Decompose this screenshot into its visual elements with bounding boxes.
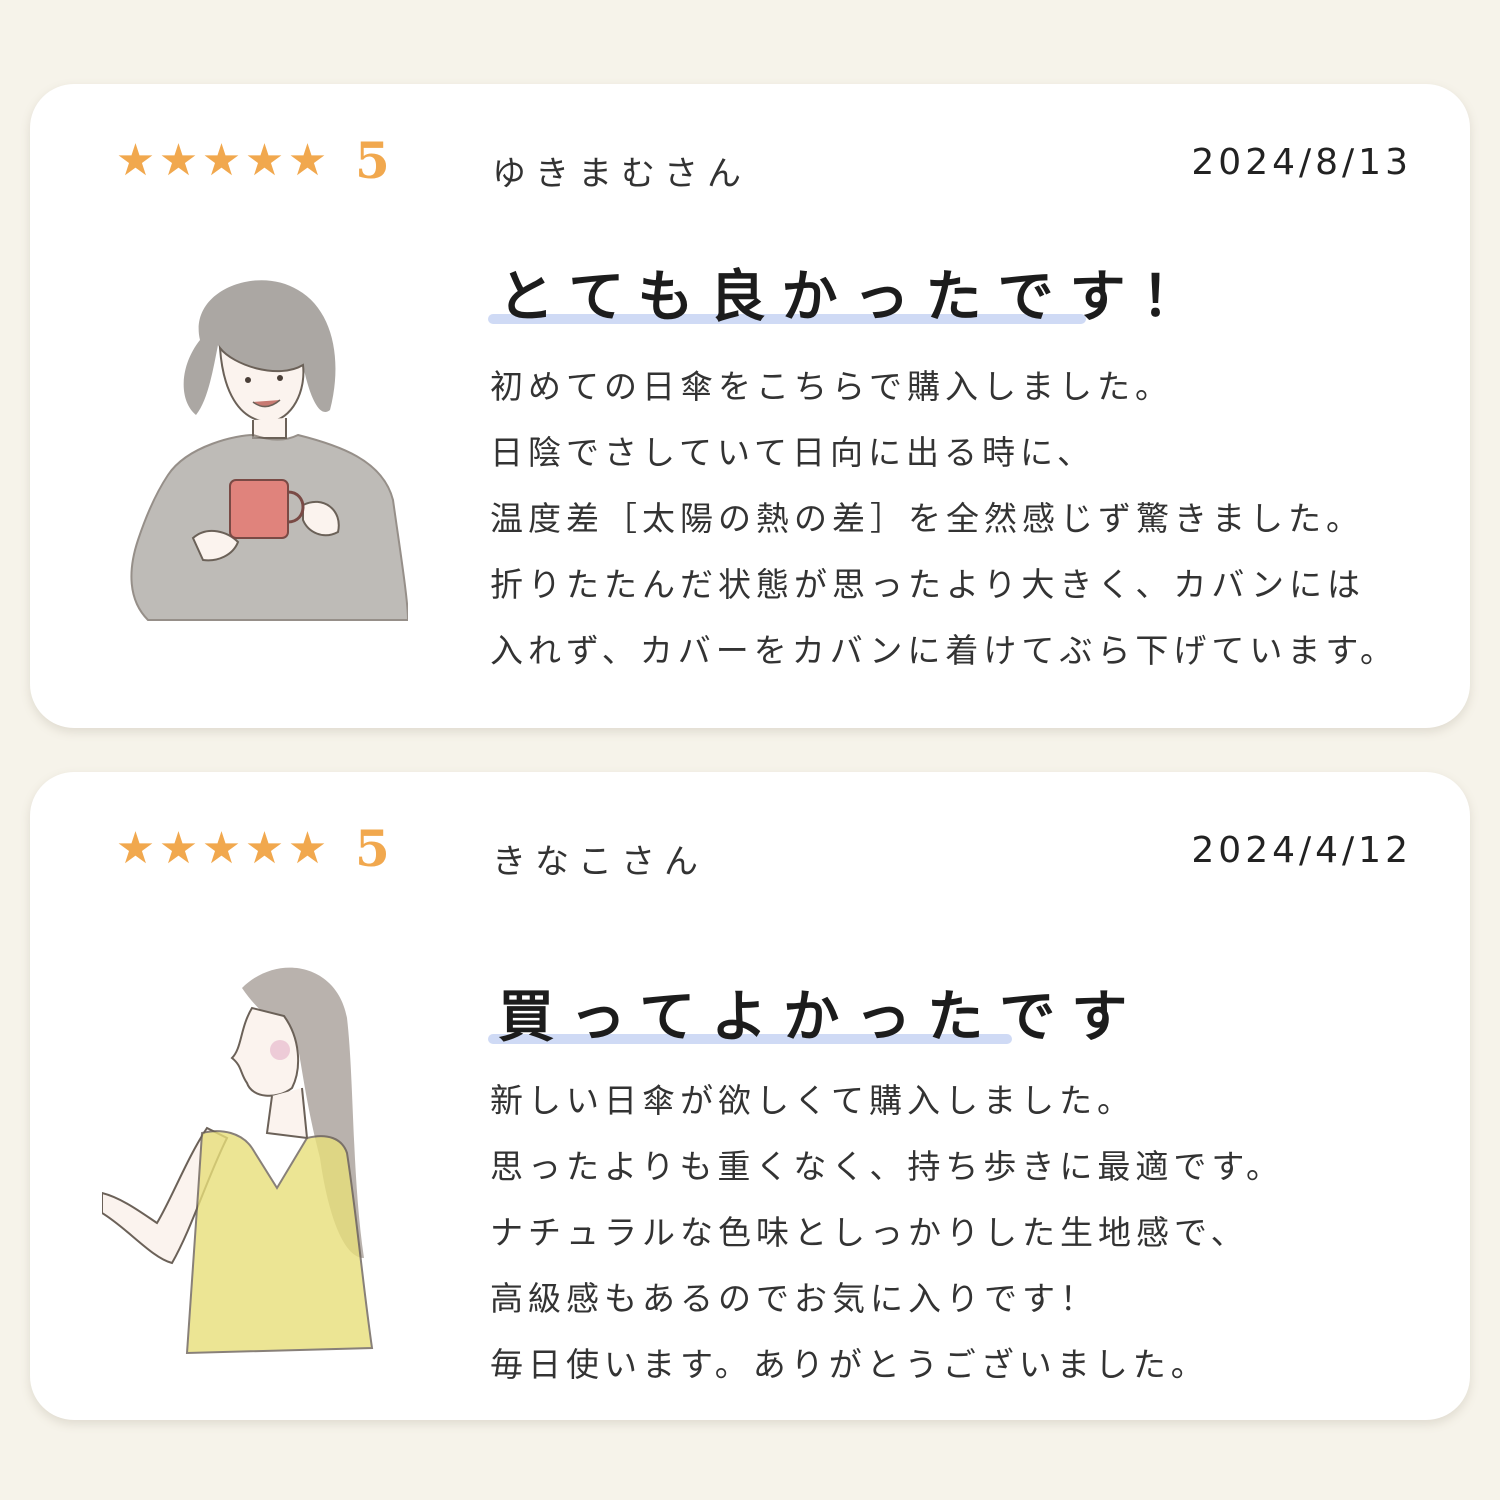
review-date: 2024/4/12	[1191, 830, 1412, 871]
review-line: 入れず、カバーをカバンに着けてぶら下げています。	[490, 631, 1399, 670]
rating: ★ ★ ★ ★ ★ 5	[114, 824, 390, 874]
review-line: 高級感もあるのでお気に入りです！	[490, 1279, 1098, 1318]
review-line: 新しい日傘が欲しくて購入しました。	[490, 1081, 1136, 1120]
star-icon: ★	[244, 823, 285, 874]
star-icon: ★	[115, 135, 156, 186]
star-rating: ★ ★ ★ ★ ★	[114, 827, 329, 871]
review-line: ナチュラルな色味としっかりした生地感で、	[490, 1213, 1249, 1252]
star-icon: ★	[201, 135, 242, 186]
review-date: 2024/8/13	[1191, 142, 1412, 183]
review-line: 折りたたんだ状態が思ったより大きく、カバンには	[490, 565, 1365, 604]
star-icon: ★	[244, 135, 285, 186]
rating: ★ ★ ★ ★ ★ 5	[114, 136, 390, 186]
star-icon: ★	[115, 823, 156, 874]
rating-score: 5	[355, 819, 390, 878]
star-icon: ★	[287, 135, 328, 186]
review-card: ★ ★ ★ ★ ★ 5 きなこさん 2024/4/12 買ってよかったです 新し…	[30, 772, 1470, 1420]
review-title-wrap: 買ってよかったです	[488, 972, 1143, 1053]
star-icon: ★	[201, 823, 242, 874]
review-line: 日陰でさしていて日向に出る時に、	[490, 433, 1096, 472]
star-rating: ★ ★ ★ ★ ★	[114, 139, 329, 183]
review-line: 温度差［太陽の熱の差］を全然感じず驚きました。	[490, 499, 1364, 538]
review-body: 初めての日傘をこちらで購入しました。 日陰でさしていて日向に出る時に、 温度差［…	[490, 354, 1398, 684]
woman-with-mug-illustration	[130, 280, 408, 621]
review-title: とても良かったです！	[498, 265, 1214, 330]
review-body: 新しい日傘が欲しくて購入しました。 思ったよりも重くなく、持ち歩きに最適です。 …	[490, 1068, 1284, 1398]
rating-score: 5	[355, 131, 390, 190]
woman-in-yellow-top-illustration	[102, 967, 374, 1355]
reviewer-name: きなこさん	[492, 842, 707, 882]
review-title: 買ってよかったです	[498, 985, 1144, 1050]
review-line: 毎日使います。ありがとうございました。	[490, 1345, 1209, 1384]
review-line: 初めての日傘をこちらで購入しました。	[490, 367, 1174, 406]
star-icon: ★	[158, 823, 199, 874]
review-line: 思ったよりも重くなく、持ち歩きに最適です。	[490, 1147, 1285, 1186]
review-title-wrap: とても良かったです！	[488, 252, 1214, 333]
review-card: ★ ★ ★ ★ ★ 5 ゆきまむさん 2024/8/13 とても良かったです！ …	[30, 84, 1470, 728]
star-icon: ★	[158, 135, 199, 186]
reviewer-name: ゆきまむさん	[492, 154, 750, 194]
star-icon: ★	[287, 823, 328, 874]
